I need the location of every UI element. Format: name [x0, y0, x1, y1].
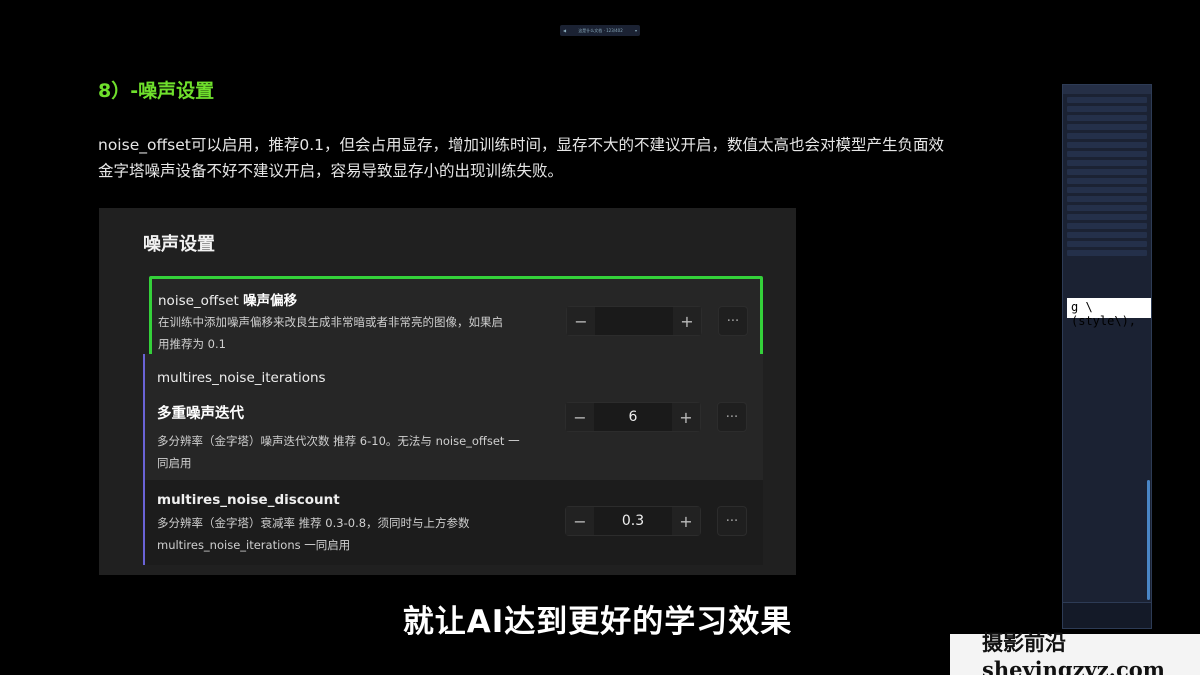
chevron-left-icon[interactable]: ◀ [563, 28, 566, 33]
desc-line-1: 在训练中添加噪声偏移来改良生成非常暗或者非常亮的图像，如果启 [158, 315, 503, 329]
increment-button[interactable]: + [672, 403, 700, 431]
setting-description: 多分辨率（金字塔）噪声迭代次数 推荐 6-10。无法与 noise_offset… [157, 430, 520, 474]
desc-line-1: 多分辨率（金字塔）噪声迭代次数 推荐 6-10。无法与 noise_offset… [157, 434, 520, 448]
side-panel-header [1063, 85, 1151, 94]
stepper-value[interactable]: 0.3 [594, 513, 672, 529]
noise-settings-panel: 噪声设置 noise_offset 噪声偏移 在训练中添加噪声偏移来改良生成非常… [99, 208, 796, 575]
chevron-down-icon[interactable]: ▾ [635, 28, 637, 33]
setting-key: multires_noise_iterations [157, 370, 326, 386]
increment-button[interactable]: + [673, 307, 701, 335]
toolbar-text: 这是什么文档 · 123/402 [578, 27, 623, 33]
decrement-button[interactable]: − [566, 507, 594, 535]
decrement-button[interactable]: − [567, 307, 595, 335]
setting-description: 多分辨率（金字塔）衰减率 推荐 0.3-0.8，须同时与上方参数 multire… [157, 512, 470, 556]
more-options-button[interactable]: ··· [718, 306, 748, 336]
desc-line-2: multires_noise_iterations 一同启用 [157, 538, 351, 552]
side-panel-scrollbar[interactable] [1147, 480, 1150, 600]
stepper-value[interactable]: 6 [594, 409, 672, 425]
setting-multires-noise-iterations: multires_noise_iterations 多重噪声迭代 多分辨率（金字… [143, 354, 763, 480]
watermark: 摄影前沿 sheyingzyz.com [950, 630, 1200, 675]
top-mini-toolbar[interactable]: ◀ 这是什么文档 · 123/402 ▾ [560, 25, 640, 36]
setting-description: 在训练中添加噪声偏移来改良生成非常暗或者非常亮的图像，如果启 用推荐为 0.1 [158, 311, 503, 355]
increment-button[interactable]: + [672, 507, 700, 535]
section-title: 8）-噪声设置 [98, 80, 215, 102]
noise-offset-stepper[interactable]: − + [566, 306, 702, 336]
side-panel-code-snippet: g \(style\), [1067, 298, 1151, 328]
panel-title: 噪声设置 [143, 234, 215, 255]
setting-multires-noise-discount: multires_noise_discount 多分辨率（金字塔）衰减率 推荐 … [143, 480, 763, 565]
noise-discount-stepper[interactable]: − 0.3 + [565, 506, 701, 536]
more-options-button[interactable]: ··· [717, 506, 747, 536]
noise-iterations-stepper[interactable]: − 6 + [565, 402, 701, 432]
setting-key: multires_noise_discount [157, 492, 340, 508]
side-panel: g \(style\), [1062, 84, 1152, 629]
setting-noise-offset: noise_offset 噪声偏移 在训练中添加噪声偏移来改良生成非常暗或者非常… [149, 276, 763, 357]
section-paragraph: noise_offset可以启用，推荐0.1，但会占用显存，增加训练时间，显存不… [98, 132, 1058, 184]
desc-line-2: 同启用 [157, 456, 192, 470]
desc-line-2: 用推荐为 0.1 [158, 337, 226, 351]
setting-name-cn: 噪声偏移 [243, 293, 298, 309]
paragraph-line-1: noise_offset可以启用，推荐0.1，但会占用显存，增加训练时间，显存不… [98, 136, 944, 154]
desc-line-1: 多分辨率（金字塔）衰减率 推荐 0.3-0.8，须同时与上方参数 [157, 516, 470, 530]
more-options-button[interactable]: ··· [717, 402, 747, 432]
setting-name: noise_offset 噪声偏移 [158, 289, 297, 309]
paragraph-line-2: 金字塔噪声设备不好不建议开启，容易导致显存小的出现训练失败。 [98, 162, 564, 180]
decrement-button[interactable]: − [566, 403, 594, 431]
setting-key: noise_offset [158, 293, 239, 309]
setting-name-cn: 多重噪声迭代 [157, 406, 244, 422]
